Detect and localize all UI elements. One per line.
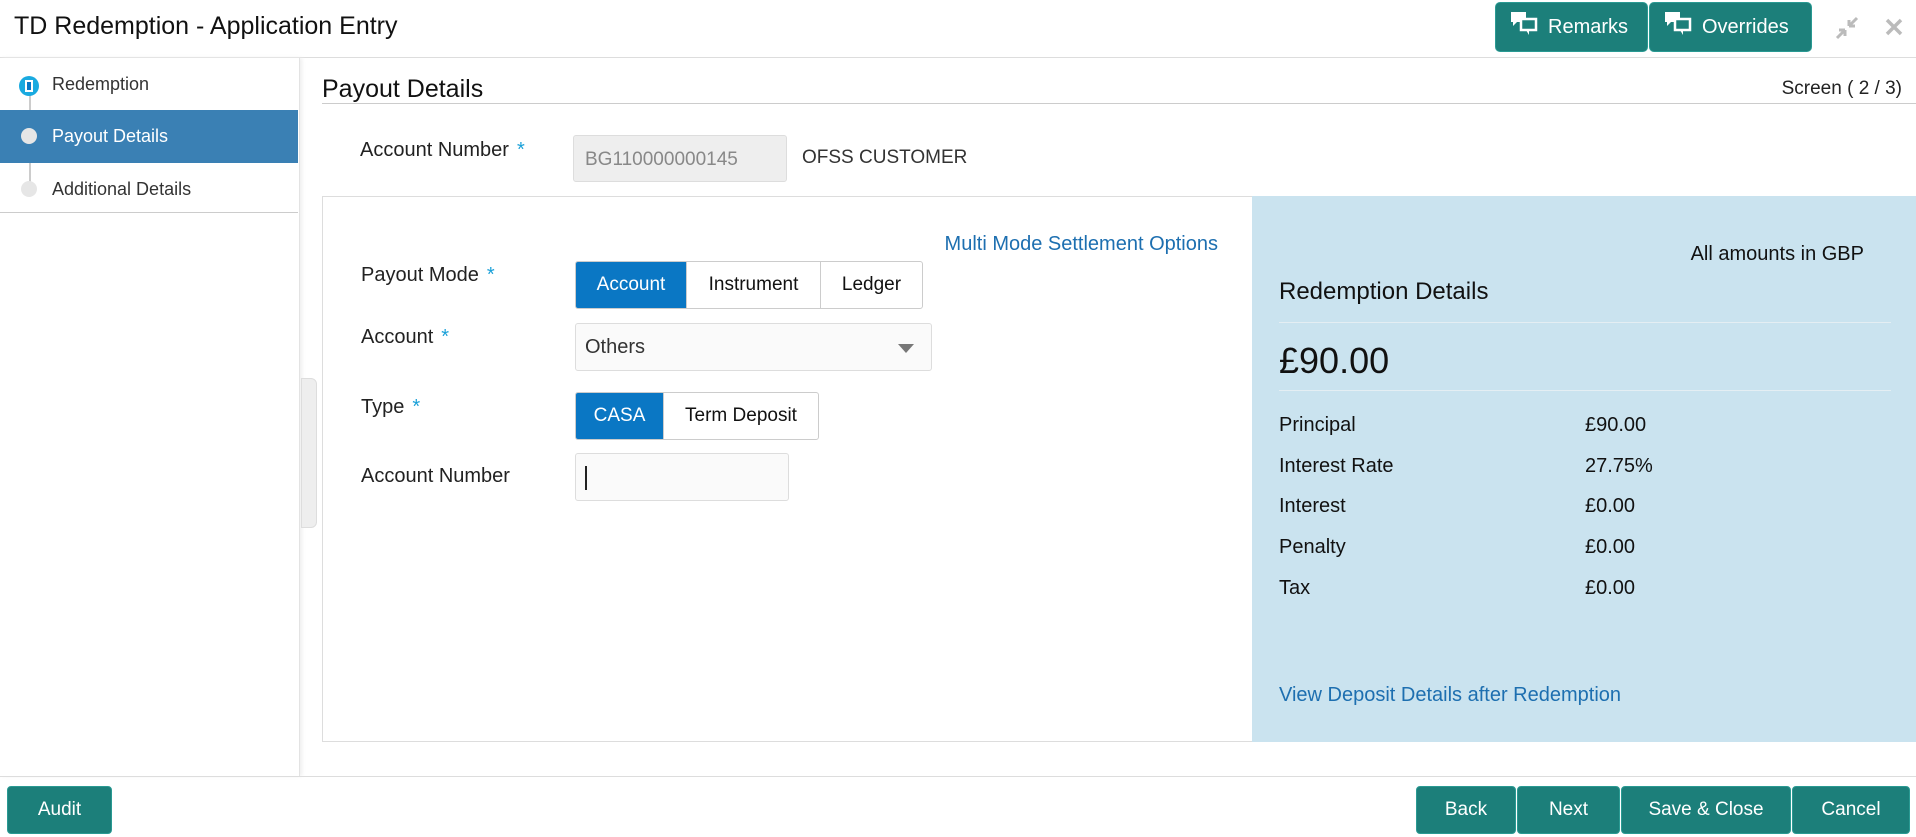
audit-button[interactable]: Audit (7, 786, 112, 834)
step-done-icon (19, 76, 39, 96)
principal-label: Principal (1279, 414, 1356, 436)
footer-divider (0, 776, 1916, 777)
interest-rate-value: 27.75% (1585, 455, 1653, 477)
payout-mode-toggle: Account Instrument Ledger (575, 261, 923, 309)
summary-total: £90.00 (1279, 340, 1390, 381)
payout-mode-label: Payout Mode * (361, 264, 495, 286)
tax-label: Tax (1279, 577, 1311, 599)
sidebar-item-payout-details[interactable]: Payout Details (0, 110, 298, 163)
payout-account-number-label: Account Number (361, 465, 510, 487)
step-current-icon (21, 128, 37, 144)
view-deposit-details-link[interactable]: View Deposit Details after Redemption (1279, 684, 1621, 707)
interest-label: Interest (1279, 495, 1346, 517)
penalty-value: £0.00 (1585, 536, 1636, 558)
cancel-button[interactable]: Cancel (1792, 786, 1910, 834)
penalty-label: Penalty (1279, 536, 1346, 558)
window-title: TD Redemption - Application Entry (14, 12, 398, 40)
sidebar-divider (0, 212, 298, 213)
next-button[interactable]: Next (1517, 786, 1620, 834)
account-number-label: Account Number * (360, 139, 525, 161)
customer-name: OFSS CUSTOMER (802, 147, 968, 168)
overrides-button[interactable]: Overrides (1649, 2, 1812, 52)
sidebar-collapse-handle[interactable] (301, 378, 317, 528)
save-close-button[interactable]: Save & Close (1621, 786, 1791, 834)
account-number-field[interactable]: BG110000000145 (573, 135, 787, 182)
payout-mode-account[interactable]: Account (576, 262, 687, 308)
summary-divider (1279, 322, 1891, 323)
overrides-label: Overrides (1702, 15, 1789, 38)
type-label: Type * (361, 396, 421, 418)
remarks-label: Remarks (1548, 15, 1629, 38)
summary-divider (1279, 390, 1891, 391)
title-divider (322, 103, 1916, 104)
account-select[interactable]: Others (575, 323, 932, 371)
sidebar-item-additional-details[interactable]: Additional Details (0, 163, 298, 215)
chat-bubbles-icon (1510, 11, 1540, 43)
sidebar-item-label: Payout Details (52, 126, 169, 146)
remarks-button[interactable]: Remarks (1495, 2, 1648, 52)
account-label: Account * (361, 326, 450, 348)
sidebar: Redemption Payout Details Additional Det… (0, 58, 300, 776)
currency-note: All amounts in GBP (1690, 243, 1864, 265)
payout-mode-instrument[interactable]: Instrument (687, 262, 821, 308)
page-title: Payout Details (322, 75, 484, 103)
payout-mode-ledger[interactable]: Ledger (821, 262, 922, 308)
interest-value: £0.00 (1585, 495, 1636, 517)
principal-value: £90.00 (1585, 414, 1647, 436)
type-casa[interactable]: CASA (576, 393, 664, 439)
type-term-deposit[interactable]: Term Deposit (664, 393, 818, 439)
step-pending-icon (21, 181, 37, 197)
sidebar-item-label: Redemption (52, 73, 150, 94)
multi-mode-settlement-link[interactable]: Multi Mode Settlement Options (945, 233, 1218, 256)
back-button[interactable]: Back (1416, 786, 1516, 834)
screen-indicator: Screen ( 2 / 3) (1781, 78, 1902, 99)
summary-title: Redemption Details (1279, 278, 1489, 305)
interest-rate-label: Interest Rate (1279, 455, 1394, 477)
type-toggle: CASA Term Deposit (575, 392, 819, 440)
tax-value: £0.00 (1585, 577, 1636, 599)
minimize-icon[interactable] (1834, 15, 1860, 46)
chevron-down-icon (898, 344, 914, 353)
sidebar-item-redemption[interactable]: Redemption (0, 58, 298, 110)
close-icon[interactable] (1884, 17, 1904, 42)
payout-account-number-input[interactable] (575, 453, 789, 501)
account-select-value: Others (585, 336, 646, 358)
sidebar-item-label: Additional Details (52, 178, 192, 199)
chat-bubbles-icon (1664, 11, 1694, 43)
redemption-summary-panel: All amounts in GBP Redemption Details £9… (1252, 196, 1916, 742)
